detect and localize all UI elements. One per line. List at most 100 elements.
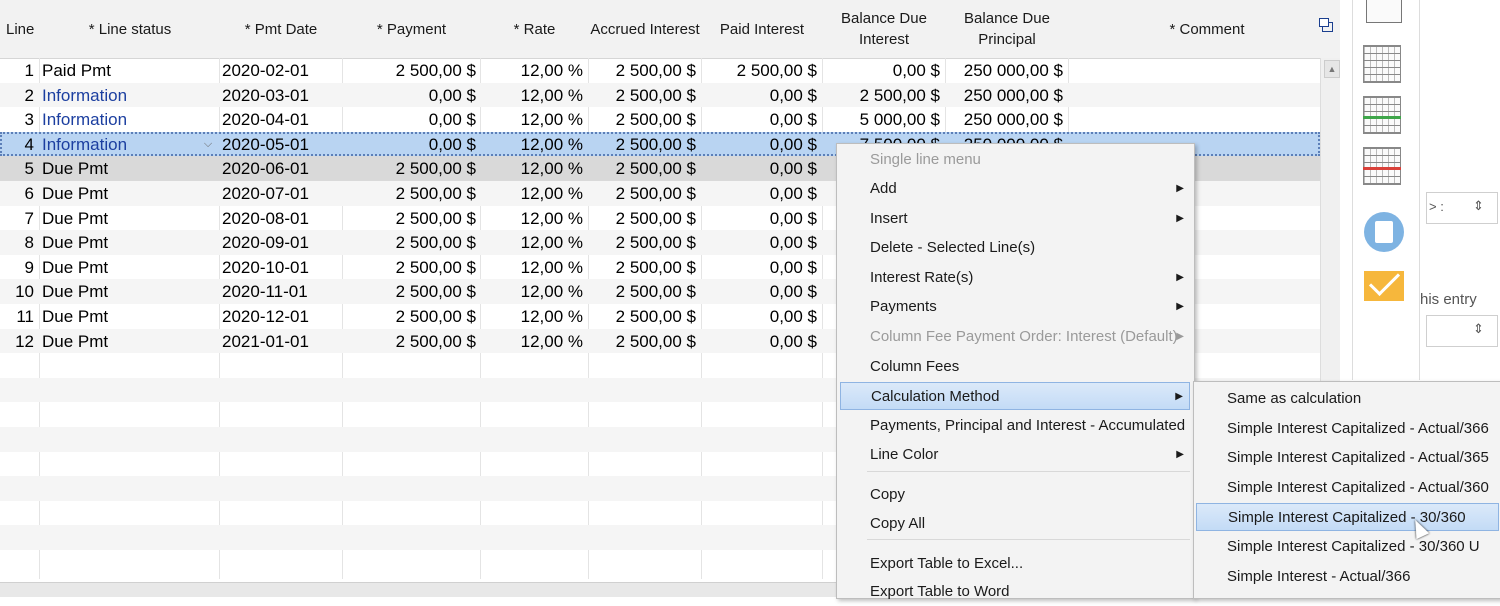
side-spinner-1[interactable]: > : ⇕ — [1426, 192, 1498, 224]
calendar-icon[interactable] — [1363, 45, 1401, 83]
cell-payment[interactable]: 0,00 $ — [343, 107, 476, 132]
cell-balance-due-interest[interactable]: 2 500,00 $ — [823, 83, 940, 108]
cell-line[interactable]: 5 — [0, 156, 34, 181]
col-pmt-date[interactable]: * Pmt Date — [220, 0, 342, 58]
col-comment[interactable]: * Comment — [1069, 0, 1340, 58]
cell-status[interactable]: Due Pmt — [42, 230, 217, 255]
cell-payment[interactable]: 2 500,00 $ — [343, 181, 476, 206]
cell-line[interactable]: 3 — [0, 107, 34, 132]
cell-paid-interest[interactable]: 0,00 $ — [702, 206, 817, 231]
cell-rate[interactable]: 12,00 % — [481, 255, 583, 280]
cell-status[interactable]: Information — [42, 83, 217, 108]
cell-line[interactable]: 10 — [0, 279, 34, 304]
cell-balance-due-principal[interactable]: 250 000,00 $ — [946, 107, 1063, 132]
cell-accrued-interest[interactable]: 2 500,00 $ — [589, 255, 696, 280]
cell-pmt-date[interactable]: 2020-05-01 — [222, 132, 340, 157]
col-balance-due-principal[interactable]: Balance Due Principal — [946, 0, 1068, 58]
cell-accrued-interest[interactable]: 2 500,00 $ — [589, 107, 696, 132]
table-row[interactable]: 1 Paid Pmt 2020-02-01 2 500,00 $12,00 % 2 50… — [0, 58, 1320, 83]
cell-payment[interactable]: 0,00 $ — [343, 83, 476, 108]
cell-balance-due-principal[interactable]: 250 000,00 $ — [946, 58, 1063, 83]
cell-paid-interest[interactable]: 0,00 $ — [702, 279, 817, 304]
status-dropdown-icon[interactable]: ⌵ — [200, 132, 216, 156]
table-row[interactable]: 2 Information 2020-03-01 0,00 $12,00 % 2 500… — [0, 82, 1320, 108]
cell-payment[interactable]: 0,00 $ — [343, 132, 476, 157]
cell-rate[interactable]: 12,00 % — [481, 279, 583, 304]
cell-accrued-interest[interactable]: 2 500,00 $ — [589, 181, 696, 206]
col-line-status[interactable]: * Line status — [40, 0, 220, 58]
cell-status[interactable]: Paid Pmt — [42, 58, 217, 83]
cell-accrued-interest[interactable]: 2 500,00 $ — [589, 279, 696, 304]
cell-pmt-date[interactable]: 2020-06-01 — [222, 156, 340, 181]
submenu-item[interactable]: Simple Interest Capitalized - Actual/366 — [1196, 415, 1499, 443]
side-spinner-2[interactable]: ⇕ — [1426, 315, 1498, 347]
spinner-arrows-icon[interactable]: ⇕ — [1473, 198, 1484, 214]
cell-balance-due-principal[interactable]: 250 000,00 $ — [946, 83, 1063, 108]
menu-item-interest-rate-s[interactable]: Interest Rate(s) ▶ — [840, 264, 1190, 292]
cell-payment[interactable]: 2 500,00 $ — [343, 255, 476, 280]
cell-accrued-interest[interactable]: 2 500,00 $ — [589, 156, 696, 181]
cell-pmt-date[interactable]: 2021-01-01 — [222, 329, 340, 354]
cell-line[interactable]: 12 — [0, 329, 34, 354]
cell-rate[interactable]: 12,00 % — [481, 329, 583, 354]
menu-item-line-color[interactable]: Line Color ▶ — [840, 441, 1190, 469]
cell-paid-interest[interactable]: 0,00 $ — [702, 107, 817, 132]
col-payment[interactable]: * Payment — [343, 0, 480, 58]
cell-line[interactable]: 8 — [0, 230, 34, 255]
cell-balance-due-interest[interactable]: 5 000,00 $ — [823, 107, 940, 132]
menu-item-payments[interactable]: Payments ▶ — [840, 293, 1190, 321]
cell-paid-interest[interactable]: 0,00 $ — [702, 230, 817, 255]
calculator-icon[interactable] — [1364, 212, 1404, 252]
cell-rate[interactable]: 12,00 % — [481, 206, 583, 231]
col-rate[interactable]: * Rate — [481, 0, 588, 58]
submenu-item[interactable]: Simple Interest Capitalized - Actual/360 — [1196, 474, 1499, 502]
cell-payment[interactable]: 2 500,00 $ — [343, 329, 476, 354]
cell-rate[interactable]: 12,00 % — [481, 58, 583, 83]
cell-pmt-date[interactable]: 2020-10-01 — [222, 255, 340, 280]
menu-item-column-fees[interactable]: Column Fees — [840, 353, 1190, 381]
cell-payment[interactable]: 2 500,00 $ — [343, 279, 476, 304]
cell-accrued-interest[interactable]: 2 500,00 $ — [589, 304, 696, 329]
cell-payment[interactable]: 2 500,00 $ — [343, 206, 476, 231]
menu-item-delete-selected-line-s[interactable]: Delete - Selected Line(s) — [840, 234, 1190, 262]
cell-status[interactable]: Due Pmt — [42, 156, 217, 181]
cell-rate[interactable]: 12,00 % — [481, 181, 583, 206]
cell-pmt-date[interactable]: 2020-02-01 — [222, 58, 340, 83]
cell-status[interactable]: Information — [42, 132, 217, 157]
cell-pmt-date[interactable]: 2020-09-01 — [222, 230, 340, 255]
cell-status[interactable]: Due Pmt — [42, 329, 217, 354]
submenu-item[interactable]: Simple Interest Capitalized - 30/360 — [1196, 503, 1499, 532]
mail-icon[interactable] — [1364, 271, 1404, 301]
menu-item-payments-principal-and-interest-accumulated[interactable]: Payments, Principal and Interest - Accum… — [840, 412, 1190, 440]
cell-paid-interest[interactable]: 0,00 $ — [702, 156, 817, 181]
scroll-up-icon[interactable]: ▲ — [1324, 60, 1340, 78]
table-row[interactable]: 3 Information 2020-04-01 0,00 $12,00 % 2 500… — [0, 107, 1320, 132]
cell-rate[interactable]: 12,00 % — [481, 156, 583, 181]
menu-item-calculation-method[interactable]: Calculation Method ▶ — [840, 382, 1190, 410]
cell-pmt-date[interactable]: 2020-03-01 — [222, 83, 340, 108]
col-line[interactable]: Line — [0, 0, 40, 58]
cell-accrued-interest[interactable]: 2 500,00 $ — [589, 329, 696, 354]
cell-rate[interactable]: 12,00 % — [481, 107, 583, 132]
cell-accrued-interest[interactable]: 2 500,00 $ — [589, 132, 696, 157]
window-restore-icon[interactable] — [1319, 18, 1333, 32]
menu-item-insert[interactable]: Insert ▶ — [840, 205, 1190, 233]
cell-paid-interest[interactable]: 0,00 $ — [702, 132, 817, 157]
cell-payment[interactable]: 2 500,00 $ — [343, 230, 476, 255]
cell-paid-interest[interactable]: 2 500,00 $ — [702, 58, 817, 83]
menu-item-export-table-to-word[interactable]: Export Table to Word — [840, 578, 1190, 606]
calendar-green-icon[interactable] — [1363, 96, 1401, 134]
menu-item-copy-all[interactable]: Copy All — [840, 510, 1190, 538]
cell-line[interactable]: 7 — [0, 206, 34, 231]
cell-pmt-date[interactable]: 2020-12-01 — [222, 304, 340, 329]
document-icon[interactable] — [1366, 0, 1402, 23]
cell-pmt-date[interactable]: 2020-04-01 — [222, 107, 340, 132]
cell-accrued-interest[interactable]: 2 500,00 $ — [589, 206, 696, 231]
submenu-item[interactable]: Simple Interest Capitalized - Actual/365 — [1196, 444, 1499, 472]
cell-status[interactable]: Due Pmt — [42, 304, 217, 329]
menu-item-add[interactable]: Add ▶ — [840, 175, 1190, 203]
submenu-item[interactable]: Simple Interest - Actual/366 — [1196, 563, 1499, 591]
cell-paid-interest[interactable]: 0,00 $ — [702, 181, 817, 206]
cell-status[interactable]: Due Pmt — [42, 181, 217, 206]
cell-accrued-interest[interactable]: 2 500,00 $ — [589, 230, 696, 255]
